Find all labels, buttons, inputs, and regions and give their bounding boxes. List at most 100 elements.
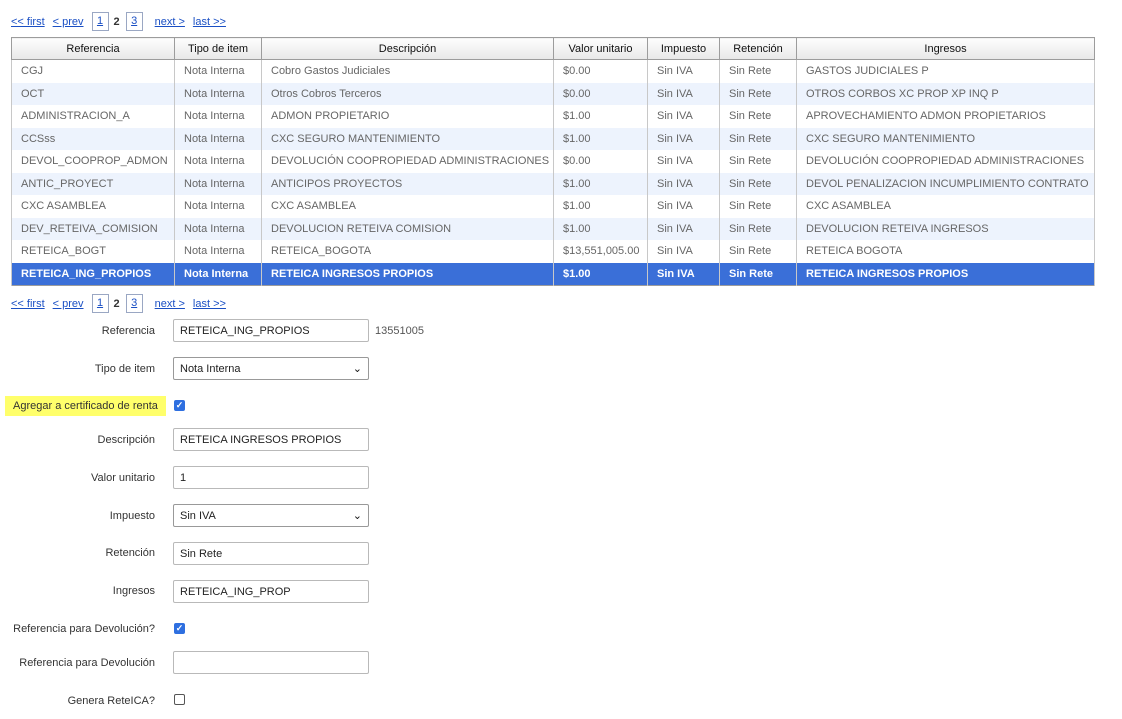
cell-descripcion: CXC SEGURO MANTENIMIENTO xyxy=(261,127,554,150)
pager-page-2-current: 2 xyxy=(113,297,120,310)
pager-page-1[interactable]: 1 xyxy=(91,12,109,31)
valor-unitario-input[interactable] xyxy=(173,466,369,489)
cell-tipo: Nota Interna xyxy=(174,150,262,173)
cell-referencia: DEV_RETEIVA_COMISION xyxy=(11,217,175,240)
pager-page-3[interactable]: 3 xyxy=(125,294,143,313)
table-row[interactable]: DEVOL_COOPROP_ADMON Nota Interna DEVOLUC… xyxy=(11,150,1095,173)
col-header-impuesto[interactable]: Impuesto xyxy=(647,37,720,60)
cell-ingresos: RETEICA INGRESOS PROPIOS xyxy=(796,262,1095,286)
cell-retencion: Sin Rete xyxy=(719,217,797,240)
col-header-descripcion[interactable]: Descripción xyxy=(261,37,554,60)
cell-referencia: CXC ASAMBLEA xyxy=(11,195,175,218)
cell-ingresos: DEVOL PENALIZACION INCUMPLIMIENTO CONTRA… xyxy=(796,172,1095,195)
table-row[interactable]: CCSss Nota Interna CXC SEGURO MANTENIMIE… xyxy=(11,127,1095,150)
cell-retencion: Sin Rete xyxy=(719,172,797,195)
cell-referencia: OCT xyxy=(11,82,175,105)
cell-valor: $0.00 xyxy=(553,150,648,173)
cell-retencion: Sin Rete xyxy=(719,262,797,286)
referencia-label: Referencia xyxy=(101,325,155,337)
table-row[interactable]: ANTIC_PROYECT Nota Interna ANTICIPOS PRO… xyxy=(11,172,1095,195)
cell-descripcion: RETEICA_BOGOTA xyxy=(261,240,554,263)
table-row-selected[interactable]: RETEICA_ING_PROPIOS Nota Interna RETEICA… xyxy=(11,262,1095,286)
cell-tipo: Nota Interna xyxy=(174,127,262,150)
table-row[interactable]: DEV_RETEIVA_COMISION Nota Interna DEVOLU… xyxy=(11,217,1095,240)
cell-ingresos: CXC SEGURO MANTENIMIENTO xyxy=(796,127,1095,150)
pager-first-link[interactable]: << first xyxy=(11,298,45,310)
cell-impuesto: Sin IVA xyxy=(647,195,720,218)
cell-referencia: DEVOL_COOPROP_ADMON xyxy=(11,150,175,173)
cell-tipo: Nota Interna xyxy=(174,105,262,128)
table-row[interactable]: CGJ Nota Interna Cobro Gastos Judiciales… xyxy=(11,59,1095,83)
pager-prev-link[interactable]: < prev xyxy=(53,16,84,28)
cell-ingresos: DEVOLUCION RETEIVA INGRESOS xyxy=(796,217,1095,240)
col-header-tipo[interactable]: Tipo de item xyxy=(174,37,262,60)
cell-descripcion: DEVOLUCION RETEIVA COMISION xyxy=(261,217,554,240)
table-header-row: Referencia Tipo de item Descripción Valo… xyxy=(11,37,1095,60)
col-header-referencia[interactable]: Referencia xyxy=(11,37,175,60)
pager-prev-link[interactable]: < prev xyxy=(53,298,84,310)
cell-retencion: Sin Rete xyxy=(719,240,797,263)
col-header-ingresos[interactable]: Ingresos xyxy=(796,37,1095,60)
certificado-checkbox[interactable]: ✓ xyxy=(174,400,185,411)
tipo-item-selected-value: Nota Interna xyxy=(180,362,241,375)
table-row[interactable]: ADMINISTRACION_A Nota Interna ADMON PROP… xyxy=(11,105,1095,128)
table-row[interactable]: CXC ASAMBLEA Nota Interna CXC ASAMBLEA $… xyxy=(11,195,1095,218)
cell-impuesto: Sin IVA xyxy=(647,127,720,150)
cell-ingresos: APROVECHAMIENTO ADMON PROPIETARIOS xyxy=(796,105,1095,128)
cell-retencion: Sin Rete xyxy=(719,195,797,218)
ref-devolucion-question-label: Referencia para Devolución? xyxy=(13,623,155,635)
pager-top: << first < prev 1 2 3 next > last >> xyxy=(11,12,234,31)
cell-retencion: Sin Rete xyxy=(719,105,797,128)
cell-valor: $1.00 xyxy=(553,127,648,150)
certificado-label: Agregar a certificado de renta xyxy=(5,396,166,416)
tipo-item-select[interactable]: Nota Interna ⌄ xyxy=(173,357,369,380)
cell-ingresos: RETEICA BOGOTA xyxy=(796,240,1095,263)
cell-valor: $0.00 xyxy=(553,59,648,83)
pager-last-link[interactable]: last >> xyxy=(193,298,226,310)
cell-impuesto: Sin IVA xyxy=(647,59,720,83)
chevron-down-icon: ⌄ xyxy=(352,363,362,375)
impuesto-selected-value: Sin IVA xyxy=(180,509,216,522)
table-row[interactable]: OCT Nota Interna Otros Cobros Terceros $… xyxy=(11,82,1095,105)
pager-next-link[interactable]: next > xyxy=(155,298,185,310)
pager-first-link[interactable]: << first xyxy=(11,16,45,28)
pager-next-link[interactable]: next > xyxy=(155,16,185,28)
referencia-input[interactable] xyxy=(173,319,369,342)
cell-tipo: Nota Interna xyxy=(174,59,262,83)
cell-descripcion: ADMON PROPIETARIO xyxy=(261,105,554,128)
genera-reteica-checkbox[interactable] xyxy=(174,694,185,705)
cell-impuesto: Sin IVA xyxy=(647,217,720,240)
ingresos-input[interactable] xyxy=(173,580,369,603)
cell-impuesto: Sin IVA xyxy=(647,172,720,195)
ref-devolucion-checkbox[interactable]: ✓ xyxy=(174,623,185,634)
cell-descripcion: CXC ASAMBLEA xyxy=(261,195,554,218)
impuesto-label: Impuesto xyxy=(109,510,155,522)
cell-valor: $1.00 xyxy=(553,217,648,240)
cell-valor: $13,551,005.00 xyxy=(553,240,648,263)
retencion-input[interactable] xyxy=(173,542,369,565)
cell-tipo: Nota Interna xyxy=(174,195,262,218)
genera-reteica-label: Genera ReteICA? xyxy=(67,695,155,707)
cell-referencia: RETEICA_BOGT xyxy=(11,240,175,263)
impuesto-select[interactable]: Sin IVA ⌄ xyxy=(173,504,369,527)
pager-page-1[interactable]: 1 xyxy=(91,294,109,313)
pager-last-link[interactable]: last >> xyxy=(193,16,226,28)
cell-descripcion: DEVOLUCIÓN COOPROPIEDAD ADMINISTRACIONES xyxy=(261,150,554,173)
cell-descripcion: Cobro Gastos Judiciales xyxy=(261,59,554,83)
pager-page-3[interactable]: 3 xyxy=(125,12,143,31)
table-row[interactable]: RETEICA_BOGT Nota Interna RETEICA_BOGOTA… xyxy=(11,240,1095,263)
ref-devolucion-input[interactable] xyxy=(173,651,369,674)
col-header-retencion[interactable]: Retención xyxy=(719,37,797,60)
descripcion-label: Descripción xyxy=(97,434,155,446)
cell-ingresos: GASTOS JUDICIALES P xyxy=(796,59,1095,83)
cell-valor: $1.00 xyxy=(553,172,648,195)
cell-impuesto: Sin IVA xyxy=(647,82,720,105)
cell-tipo: Nota Interna xyxy=(174,217,262,240)
cell-ingresos: CXC ASAMBLEA xyxy=(796,195,1095,218)
cell-impuesto: Sin IVA xyxy=(647,105,720,128)
referencia-side-value: 13551005 xyxy=(375,325,424,337)
cell-retencion: Sin Rete xyxy=(719,150,797,173)
col-header-valor[interactable]: Valor unitario xyxy=(553,37,648,60)
descripcion-input[interactable] xyxy=(173,428,369,451)
cell-valor: $0.00 xyxy=(553,82,648,105)
